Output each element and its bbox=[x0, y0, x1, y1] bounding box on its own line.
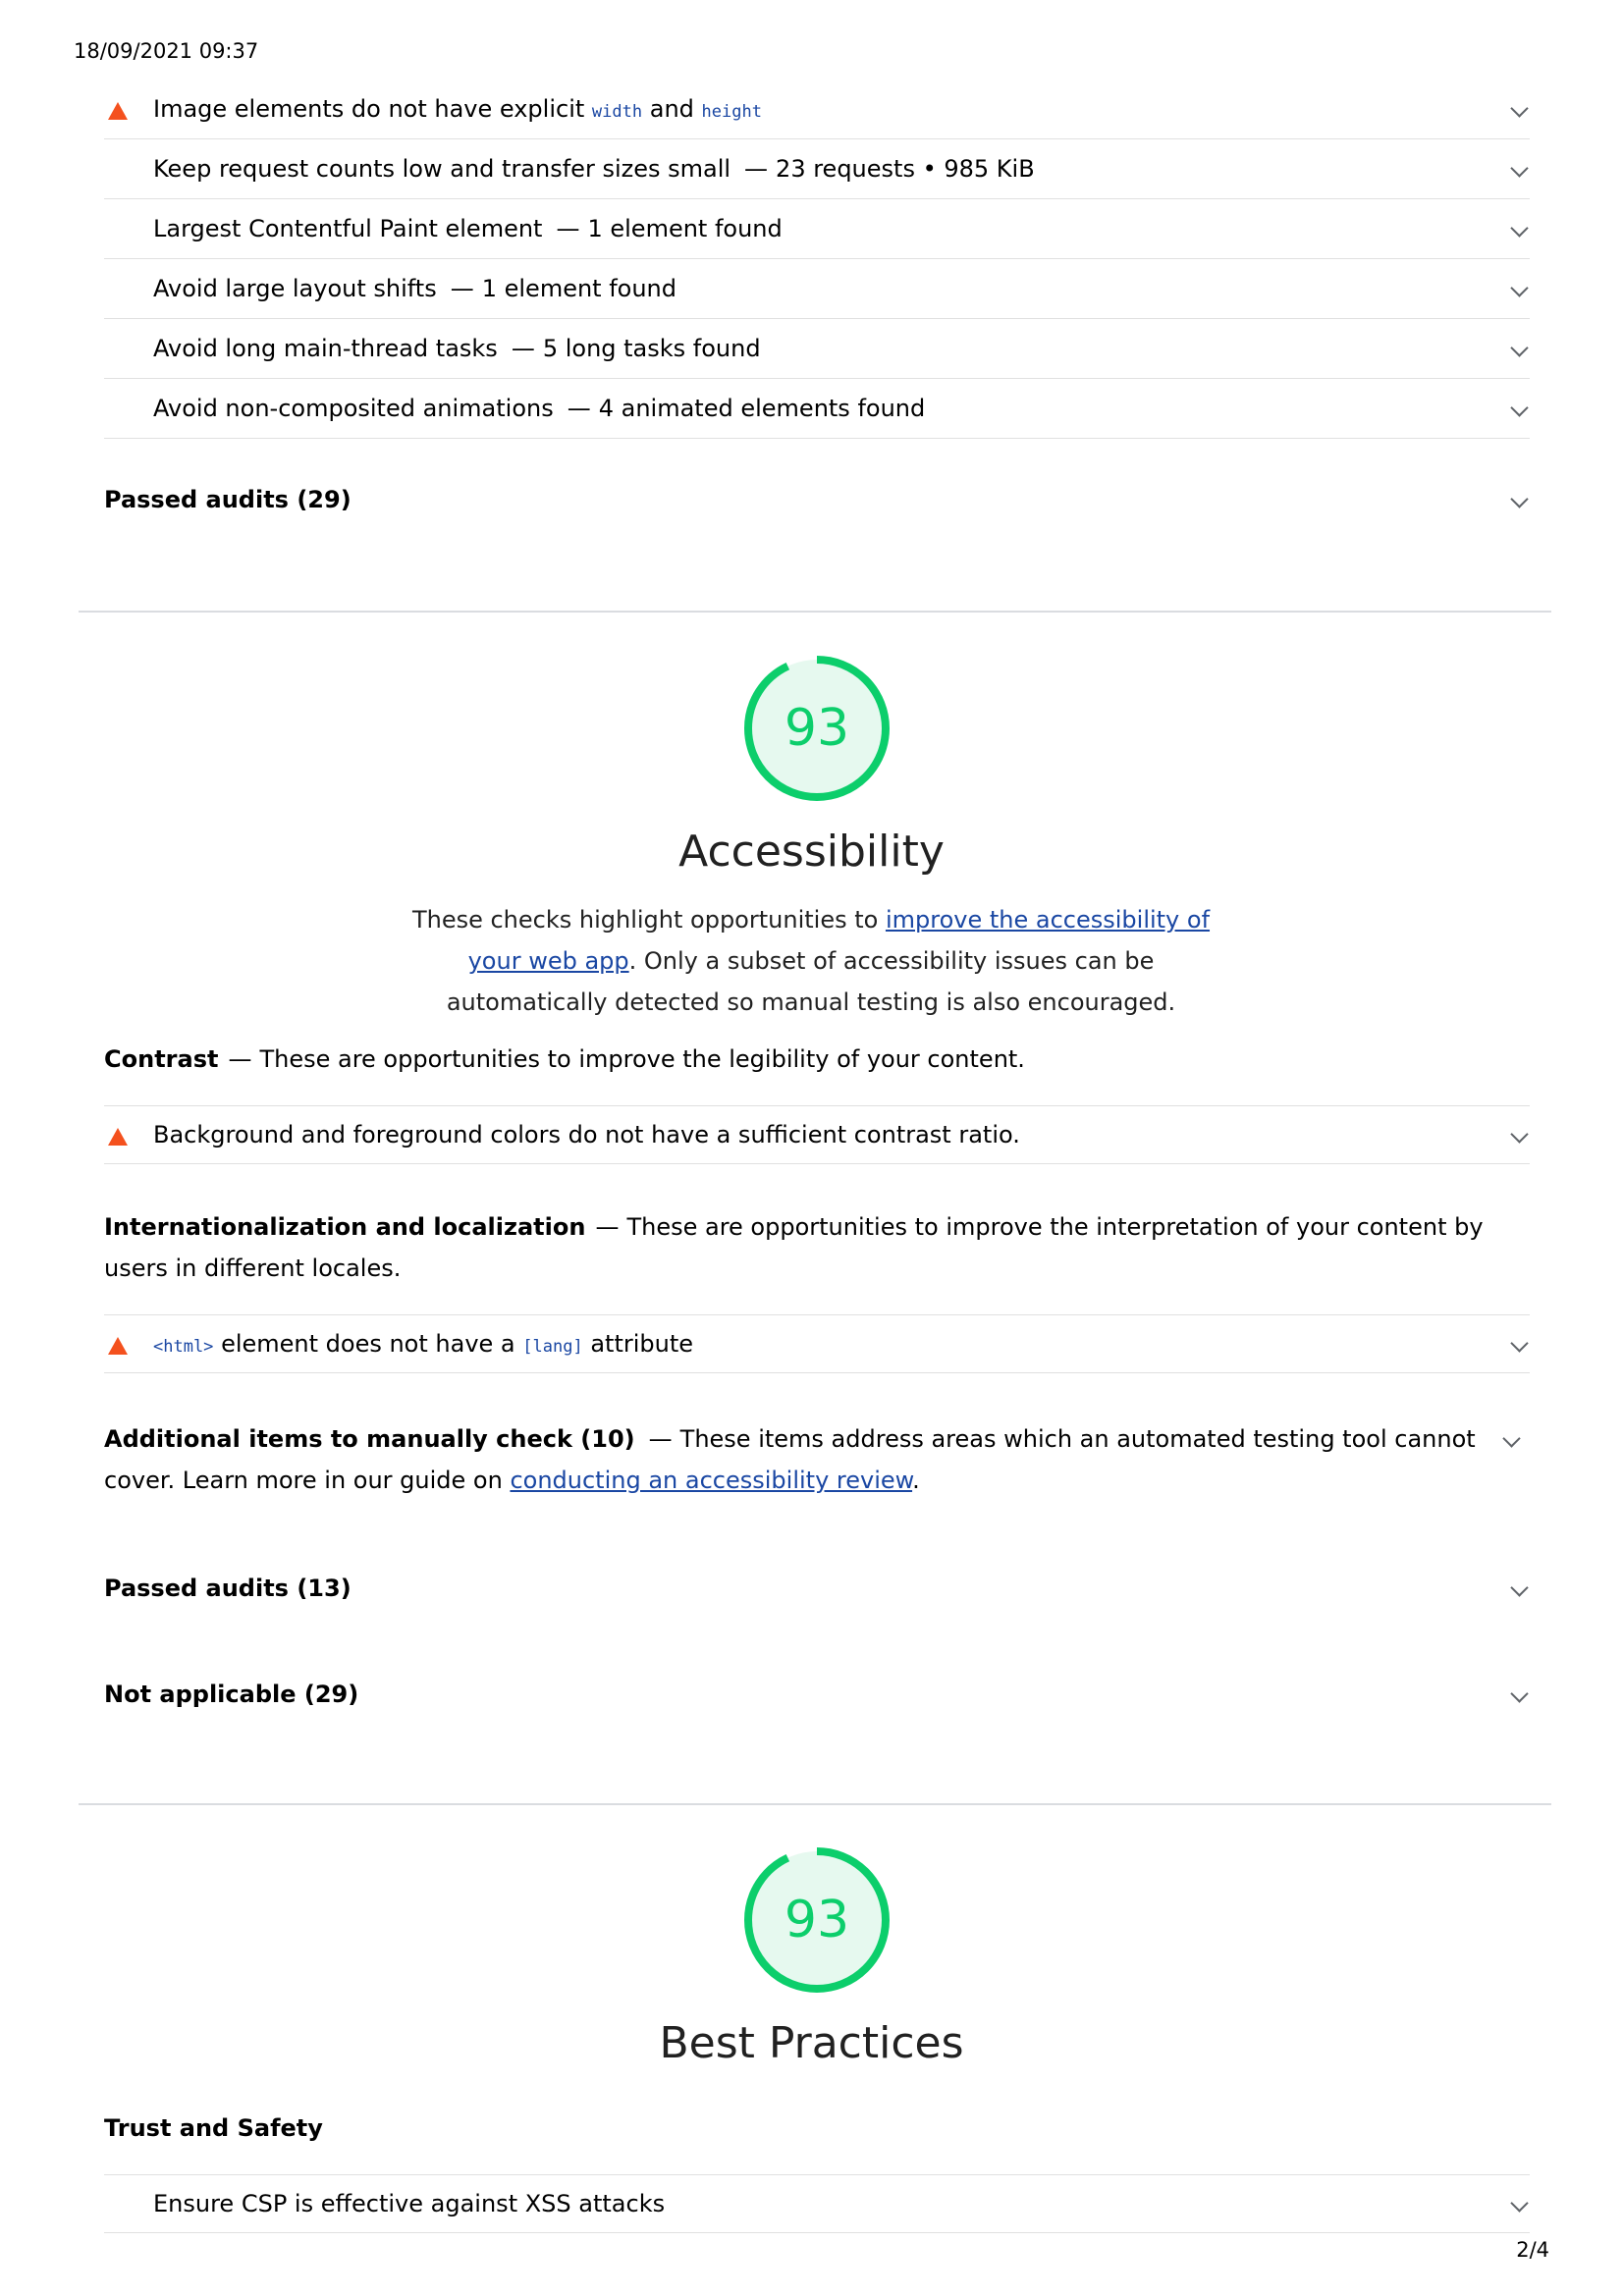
chevron-down-icon[interactable] bbox=[1510, 399, 1529, 417]
category-title-best-practices: Best Practices bbox=[659, 2018, 964, 2068]
group-manual-checks[interactable]: Additional items to manually check (10) —… bbox=[104, 1418, 1479, 1501]
score-value: 93 bbox=[784, 1891, 850, 1949]
audit-unsized-images[interactable]: Image elements do not have explicit widt… bbox=[104, 80, 1530, 139]
audit-title: <html> element does not have a [lang] at… bbox=[153, 1330, 694, 1358]
audit-html-has-lang[interactable]: <html> element does not have a [lang] at… bbox=[104, 1314, 1530, 1373]
accessibility-review-link[interactable]: conducting an accessibility review bbox=[510, 1467, 912, 1494]
group-trust-and-safety: Trust and Safety bbox=[104, 2114, 323, 2142]
audit-title: Avoid non-composited animations —4 animat… bbox=[153, 395, 926, 422]
category-description: These checks highlight opportunities to … bbox=[411, 906, 1211, 1016]
accessibility-not-applicable[interactable]: Not applicable (29) bbox=[104, 1674, 1530, 1715]
audit-csp-xss[interactable]: Ensure CSP is effective against XSS atta… bbox=[104, 2174, 1530, 2233]
audit-long-tasks[interactable]: Avoid long main-thread tasks —5 long task… bbox=[104, 320, 1530, 379]
best-practices-score-gauge[interactable]: 93 bbox=[738, 1842, 895, 1999]
audit-color-contrast[interactable]: Background and foreground colors do not … bbox=[104, 1105, 1530, 1164]
print-date: 18/09/2021 09:37 bbox=[74, 39, 259, 63]
chevron-down-icon[interactable] bbox=[1510, 339, 1529, 357]
chevron-down-icon[interactable] bbox=[1510, 159, 1529, 178]
accessibility-passed-audits[interactable]: Passed audits (13) bbox=[104, 1568, 1530, 1609]
group-internationalization: Internationalization and localization — Th… bbox=[104, 1213, 1484, 1282]
audit-detail: 23 requests • 985 KiB bbox=[776, 155, 1035, 183]
chevron-down-icon[interactable] bbox=[1510, 1334, 1529, 1353]
chevron-down-icon[interactable] bbox=[1510, 279, 1529, 297]
fail-triangle-icon bbox=[108, 1128, 128, 1146]
page-number: 2/4 bbox=[1516, 2238, 1549, 2262]
audit-title: Background and foreground colors do not … bbox=[153, 1121, 1020, 1148]
chevron-down-icon[interactable] bbox=[1510, 99, 1529, 118]
audit-lcp-element[interactable]: Largest Contentful Paint element —1 eleme… bbox=[104, 200, 1530, 259]
fail-triangle-icon bbox=[108, 102, 128, 120]
score-value: 93 bbox=[784, 699, 850, 758]
section-divider bbox=[79, 1803, 1551, 1805]
audit-non-composited-animations[interactable]: Avoid non-composited animations —4 animat… bbox=[104, 380, 1530, 439]
code-width: width bbox=[591, 102, 643, 122]
code-lang: [lang] bbox=[522, 1337, 583, 1357]
chevron-down-icon[interactable] bbox=[1510, 1125, 1529, 1144]
section-divider bbox=[79, 611, 1551, 613]
audit-detail: 4 animated elements found bbox=[598, 395, 926, 422]
fail-triangle-icon bbox=[108, 1337, 128, 1355]
audit-title: Keep request counts low and transfer siz… bbox=[153, 155, 1035, 183]
code-html: <html> bbox=[153, 1337, 214, 1357]
chevron-down-icon[interactable] bbox=[1510, 1578, 1529, 1597]
audit-detail: 1 element found bbox=[481, 275, 676, 302]
chevron-down-icon[interactable] bbox=[1510, 490, 1529, 508]
audit-detail: 5 long tasks found bbox=[542, 335, 761, 362]
chevron-down-icon[interactable] bbox=[1510, 219, 1529, 238]
audit-title: Largest Contentful Paint element —1 eleme… bbox=[153, 215, 783, 242]
audit-resource-summary[interactable]: Keep request counts low and transfer siz… bbox=[104, 140, 1530, 199]
audit-title: Ensure CSP is effective against XSS atta… bbox=[153, 2190, 666, 2217]
chevron-down-icon[interactable] bbox=[1510, 1684, 1529, 1703]
audit-title: Avoid long main-thread tasks —5 long task… bbox=[153, 335, 761, 362]
chevron-down-icon[interactable] bbox=[1502, 1429, 1521, 1448]
audit-title: Avoid large layout shifts —1 element foun… bbox=[153, 275, 676, 302]
category-title-accessibility: Accessibility bbox=[678, 827, 945, 877]
group-contrast: Contrast — These are opportunities to impr… bbox=[104, 1045, 1025, 1073]
chevron-down-icon[interactable] bbox=[1510, 2194, 1529, 2213]
audit-title: Image elements do not have explicit widt… bbox=[153, 95, 762, 123]
performance-passed-audits[interactable]: Passed audits (29) bbox=[104, 479, 1530, 520]
audit-detail: 1 element found bbox=[587, 215, 783, 242]
code-height: height bbox=[701, 102, 762, 122]
audit-layout-shifts[interactable]: Avoid large layout shifts —1 element foun… bbox=[104, 260, 1530, 319]
accessibility-score-gauge[interactable]: 93 bbox=[738, 650, 895, 807]
